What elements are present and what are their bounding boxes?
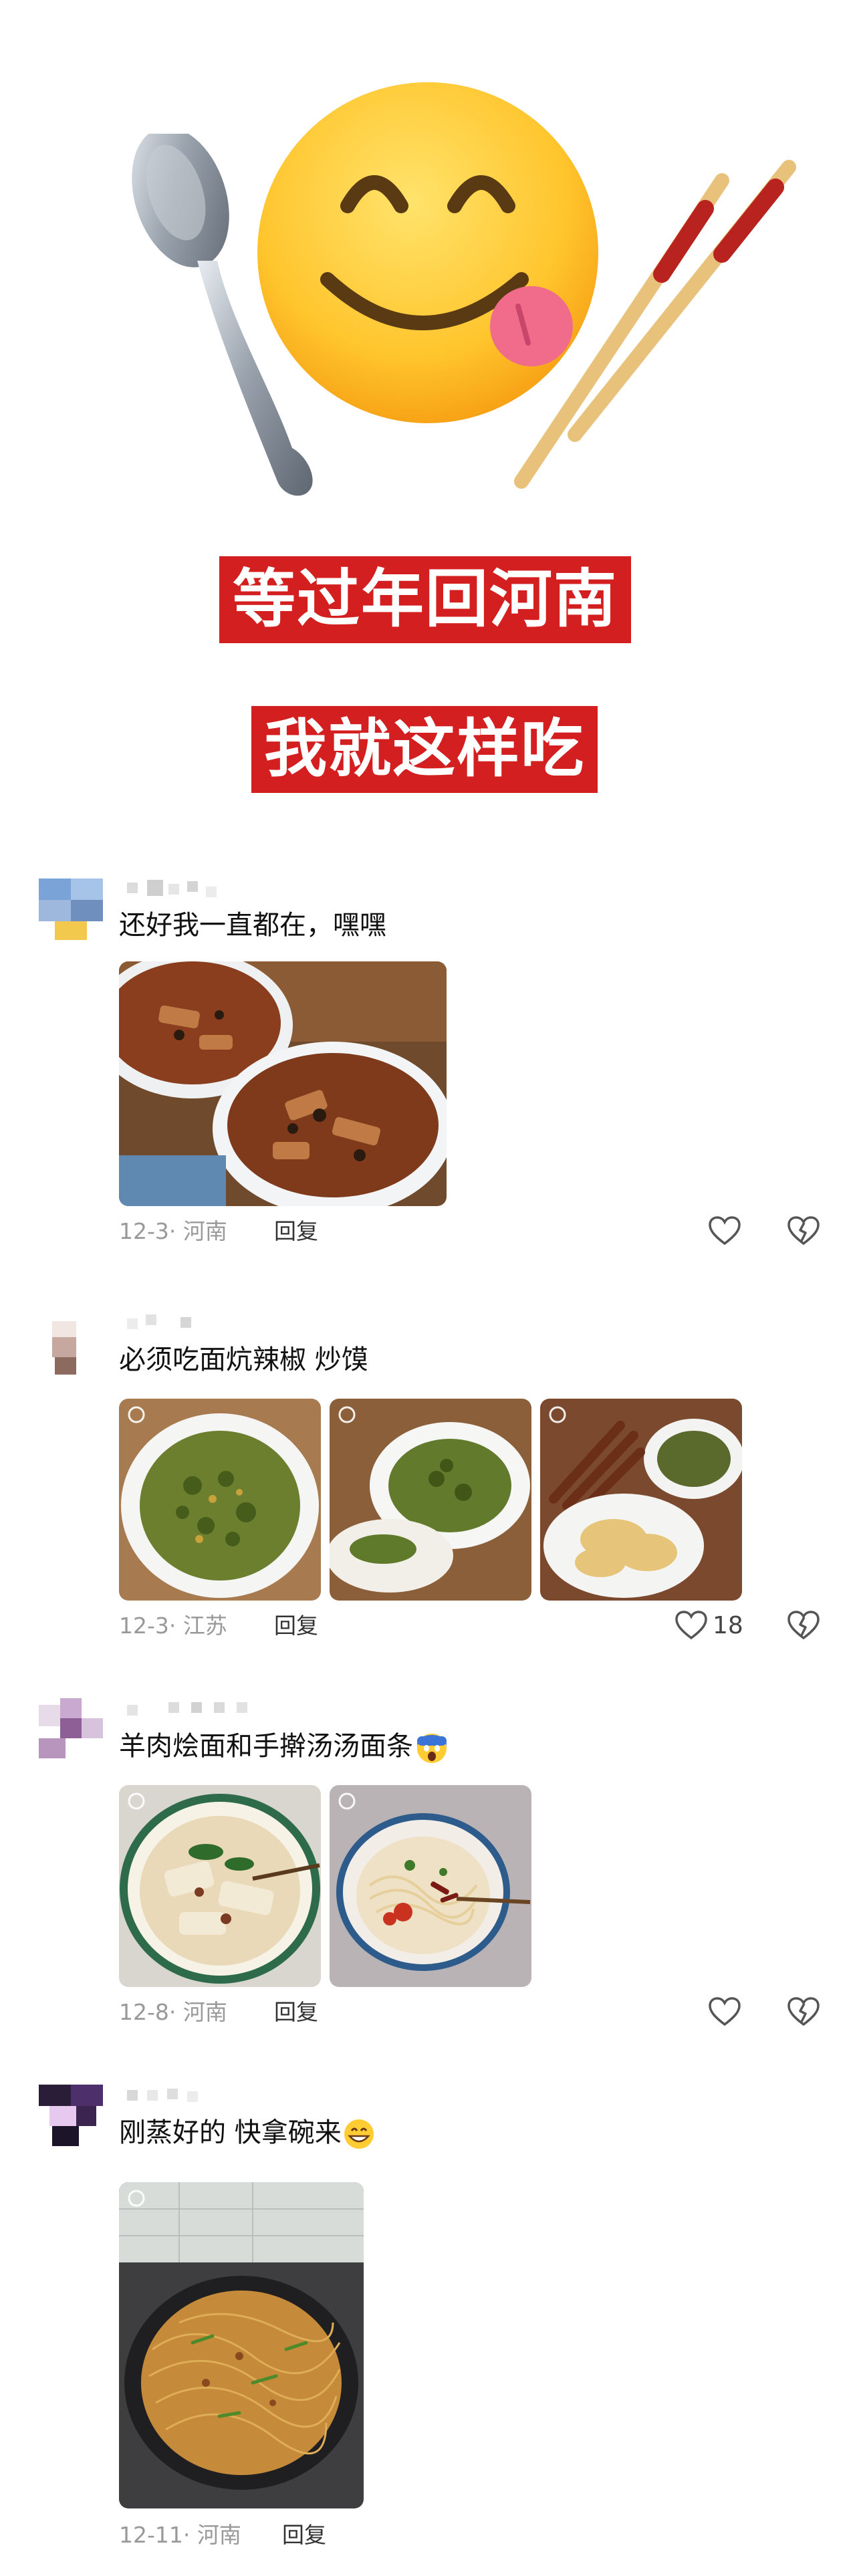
like-control[interactable]: 18 <box>674 1610 743 1642</box>
comment-photo-fried-bread-and-skewers[interactable] <box>540 1399 742 1601</box>
comment-text-content: 羊肉烩面和手擀汤汤面条 <box>119 1731 413 1762</box>
comment-text: 必须吃面炕辣椒 炒馍 <box>119 1344 368 1375</box>
comment-date-location: 12-11· 河南 <box>119 2522 241 2548</box>
chopsticks-icon <box>514 160 796 489</box>
reply-button[interactable]: 回复 <box>282 2522 326 2549</box>
reply-button[interactable]: 回复 <box>274 1999 318 2026</box>
comment-date-location: 12-8· 河南 <box>119 1999 227 2025</box>
banner-title-line2: 我就这样吃 <box>251 706 598 793</box>
comment-photo-lamb-noodles[interactable] <box>119 1785 321 1987</box>
heart-like-icon[interactable] <box>707 1215 742 1248</box>
banner-title-line1: 等过年回河南 <box>219 556 631 643</box>
heart-like-icon[interactable] <box>707 1996 742 2028</box>
grinning-face-emoji-icon <box>344 2119 374 2149</box>
comment-date-location: 12-3· 河南 <box>119 1218 227 1244</box>
avatar[interactable] <box>39 1698 103 1762</box>
avatar[interactable] <box>39 2085 103 2149</box>
comment-photo-fried-peppers[interactable] <box>119 1399 321 1601</box>
comment-photo-braised-meat[interactable] <box>119 961 447 1206</box>
comment-date-location: 12-3· 江苏 <box>119 1613 227 1639</box>
username-blurred[interactable] <box>127 1701 254 1718</box>
heart-like-icon[interactable] <box>674 1610 709 1642</box>
comment-text: 刚蒸好的 快拿碗来 <box>119 2117 376 2151</box>
comment-photo-hand-rolled-noodles[interactable] <box>330 1785 531 1987</box>
comment-text-content: 刚蒸好的 快拿碗来 <box>119 2117 342 2148</box>
broken-heart-dislike-icon[interactable] <box>786 1610 821 1642</box>
username-blurred[interactable] <box>127 1314 207 1332</box>
reply-button[interactable]: 回复 <box>274 1613 318 1639</box>
broken-heart-dislike-icon[interactable] <box>786 1215 821 1248</box>
username-blurred[interactable] <box>127 2087 221 2105</box>
broken-heart-dislike-icon[interactable] <box>786 1996 821 2028</box>
screaming-face-emoji-icon <box>417 1734 447 1763</box>
comment-photo-steamed-noodles-wok[interactable] <box>119 2182 364 2508</box>
comment-text: 羊肉烩面和手擀汤汤面条 <box>119 1730 451 1764</box>
avatar[interactable] <box>39 879 103 943</box>
username-blurred[interactable] <box>127 880 247 897</box>
like-count: 18 <box>713 1612 743 1639</box>
avatar[interactable] <box>39 1313 103 1377</box>
reply-button[interactable]: 回复 <box>274 1218 318 1245</box>
comment-photo-peppers-and-bun[interactable] <box>330 1399 531 1601</box>
comment-text: 还好我一直都在，嘿嘿 <box>119 910 386 941</box>
